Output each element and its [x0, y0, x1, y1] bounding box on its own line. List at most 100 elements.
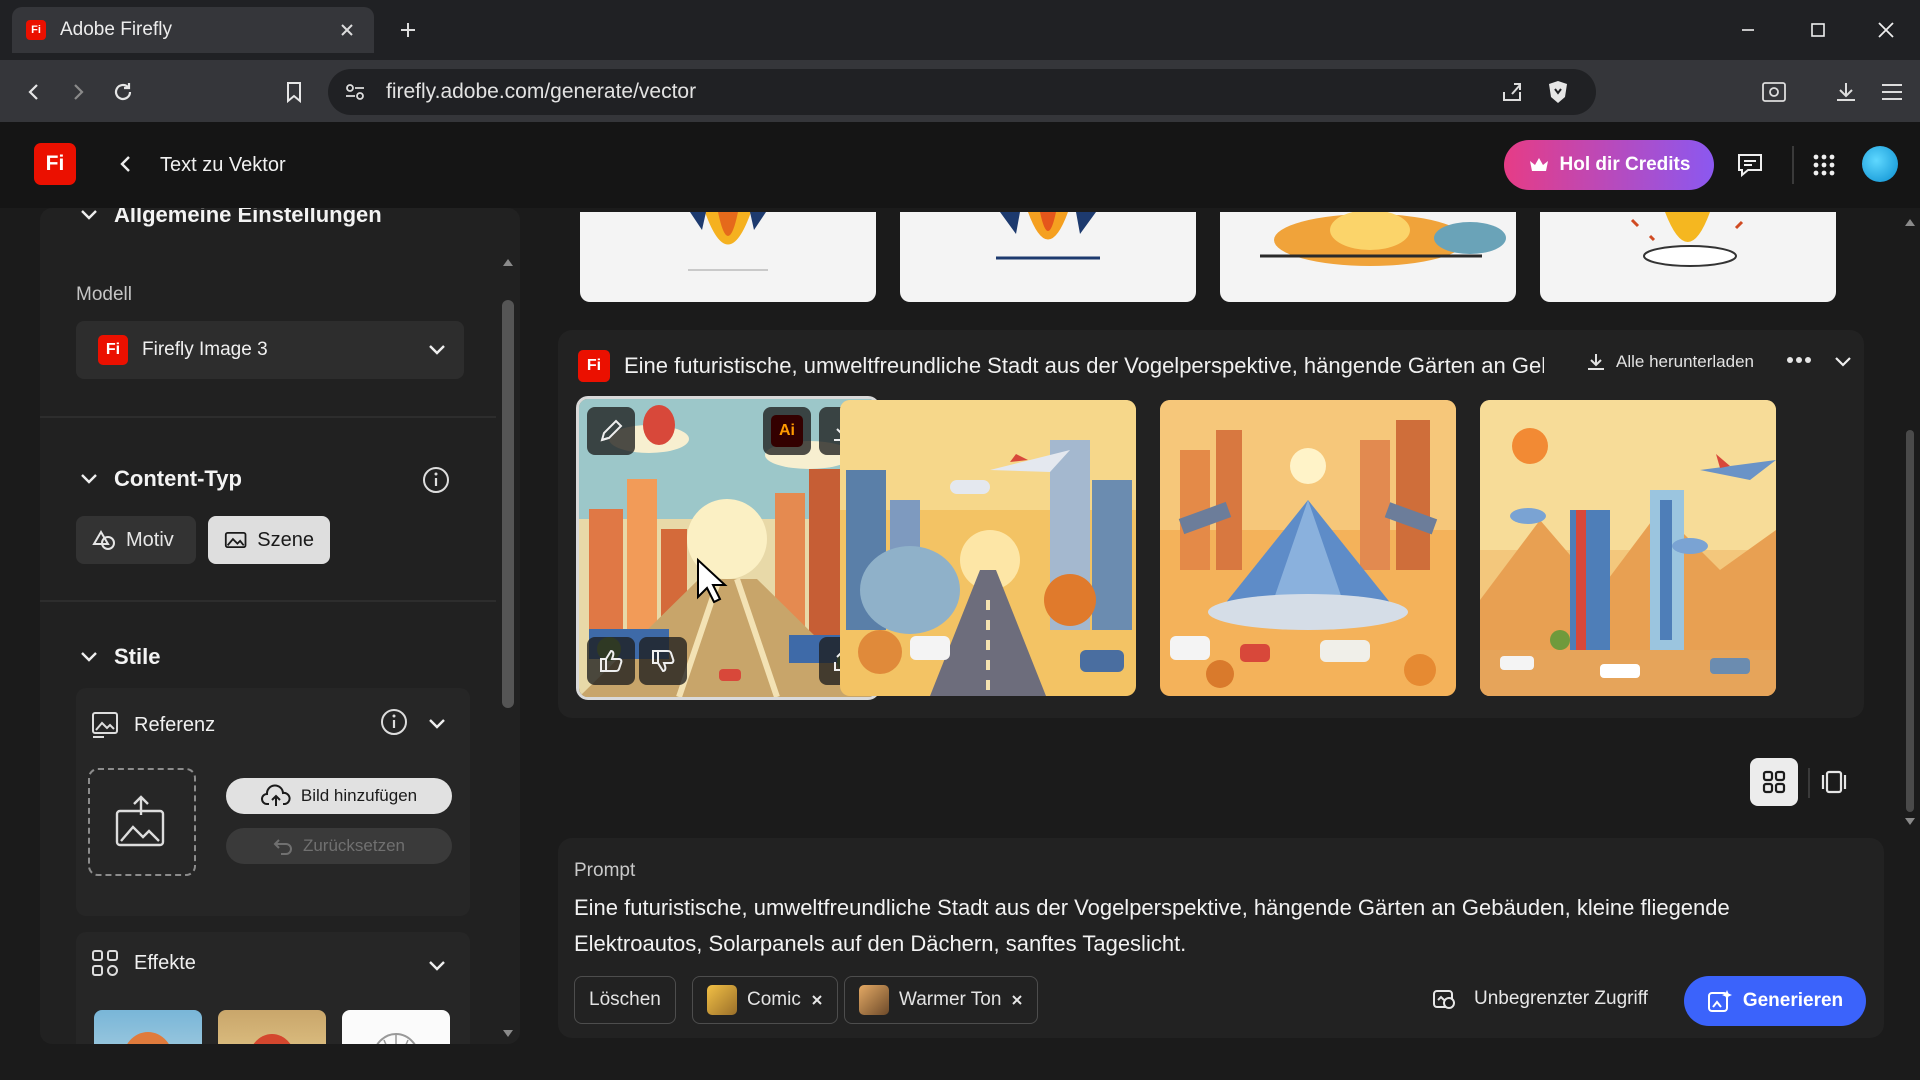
unlimited-label: Unbegrenzter Zugriff — [1474, 988, 1648, 1009]
edit-pencil-icon[interactable] — [587, 407, 635, 455]
brave-shield-icon[interactable] — [1546, 79, 1570, 105]
back-arrow-icon[interactable] — [18, 76, 50, 108]
generated-image-4[interactable] — [1480, 400, 1776, 696]
maximize-icon[interactable] — [1798, 14, 1838, 46]
chevron-down-icon[interactable] — [428, 718, 446, 730]
section-divider — [40, 416, 496, 418]
warm-tone-label: Warmer Ton — [899, 989, 1002, 1010]
effect-thumbnail[interactable] — [218, 1010, 326, 1044]
header-divider — [1792, 146, 1794, 184]
downloads-icon[interactable] — [1830, 76, 1862, 108]
bookmark-icon[interactable] — [278, 76, 310, 108]
illustrator-badge-icon: Ai — [771, 415, 803, 447]
chevron-down-icon — [81, 474, 97, 484]
more-options-icon[interactable] — [1786, 356, 1812, 364]
grid-view-toggle[interactable] — [1750, 758, 1798, 806]
clear-prompt-button[interactable]: Löschen — [574, 976, 676, 1024]
download-all-button[interactable]: Alle herunterladen — [1586, 352, 1754, 372]
toggle-divider — [1808, 768, 1810, 798]
reset-button[interactable]: Zurücksetzen — [226, 828, 452, 864]
generated-image-1[interactable]: Ai — [576, 396, 880, 700]
reference-image-icon — [92, 712, 118, 738]
close-window-icon[interactable] — [1866, 14, 1906, 46]
group-header: Fi Eine futuristische, umweltfreundliche… — [578, 350, 1548, 382]
page-title: Text zu Vektor — [160, 154, 286, 176]
settings-panel: Allgemeine Einstellungen Modell Fi Firef… — [40, 208, 520, 1044]
credits-label: Hol dir Credits — [1559, 154, 1691, 175]
content-type-header[interactable]: Content-Typ — [80, 466, 242, 492]
thumbs-down-icon[interactable] — [639, 637, 687, 685]
content-type-motiv[interactable]: Motiv — [76, 516, 196, 564]
clear-label: Löschen — [589, 989, 661, 1010]
generation-group: Fi Eine futuristische, umweltfreundliche… — [558, 330, 1864, 718]
chevron-down-icon — [81, 210, 97, 220]
minimize-icon[interactable] — [1728, 14, 1768, 46]
firefly-model-icon: Fi — [98, 335, 128, 365]
site-settings-icon[interactable] — [344, 82, 366, 102]
results-scrollbar-thumb[interactable] — [1906, 430, 1914, 812]
thumbs-up-icon[interactable] — [587, 637, 635, 685]
user-avatar[interactable] — [1862, 146, 1898, 182]
previous-result-image[interactable] — [1540, 212, 1836, 302]
chevron-down-icon — [81, 652, 97, 662]
back-chevron-icon[interactable] — [110, 148, 142, 180]
previous-result-image[interactable] — [1220, 212, 1516, 302]
add-image-label: Bild hinzufügen — [300, 786, 418, 805]
info-icon[interactable] — [380, 708, 408, 736]
prompt-text[interactable]: Eine futuristische, umweltfreundliche St… — [574, 890, 1864, 962]
share-icon[interactable] — [1500, 80, 1524, 104]
general-settings-header[interactable]: Allgemeine Einstellungen — [80, 208, 382, 228]
new-tab-icon[interactable] — [394, 16, 422, 44]
reload-icon[interactable] — [107, 76, 139, 108]
reference-header[interactable]: Referenz — [90, 710, 215, 740]
reset-label: Zurücksetzen — [302, 836, 406, 855]
browser-menu-icon[interactable] — [1876, 76, 1908, 108]
forward-arrow-icon[interactable] — [62, 76, 94, 108]
panel-scrollbar-thumb[interactable] — [502, 300, 514, 708]
feedback-icon[interactable] — [1734, 149, 1766, 181]
address-bar[interactable]: firefly.adobe.com/generate/vector — [328, 69, 1596, 115]
firefly-logo[interactable]: Fi — [34, 143, 76, 185]
screenshot-search-icon[interactable] — [1758, 76, 1790, 108]
remove-chip-icon[interactable] — [1011, 994, 1023, 1006]
chevron-down-icon — [429, 345, 445, 355]
generated-image-2[interactable] — [840, 400, 1136, 696]
cloud-upload-icon — [260, 784, 291, 806]
styles-header[interactable]: Stile — [80, 644, 160, 670]
style-chip-comic[interactable]: Comic — [692, 976, 838, 1024]
results-area: Fi Eine futuristische, umweltfreundliche… — [540, 208, 1900, 1044]
prompt-label: Prompt — [574, 860, 636, 881]
chevron-down-icon[interactable] — [428, 960, 446, 972]
get-credits-button[interactable]: Hol dir Credits — [1504, 140, 1714, 190]
generated-image-3[interactable] — [1160, 400, 1456, 696]
generate-button[interactable]: Generieren — [1684, 976, 1866, 1026]
previous-result-image[interactable] — [580, 212, 876, 302]
previous-result-image[interactable] — [900, 212, 1196, 302]
shapes-icon — [92, 530, 115, 550]
style-chip-warm-tone[interactable]: Warmer Ton — [844, 976, 1039, 1024]
content-type-szene[interactable]: Szene — [208, 516, 330, 564]
effect-thumbnail[interactable] — [342, 1010, 450, 1044]
collapse-chevron-icon[interactable] — [1834, 356, 1852, 368]
model-dropdown[interactable]: Fi Firefly Image 3 — [76, 321, 464, 379]
undo-icon — [273, 839, 292, 855]
open-in-illustrator-button[interactable]: Ai — [763, 407, 811, 455]
single-view-toggle[interactable] — [1810, 758, 1858, 806]
firefly-icon: Fi — [578, 350, 610, 382]
landscape-icon — [224, 531, 247, 549]
info-icon[interactable] — [422, 466, 450, 494]
effect-thumbnail[interactable] — [94, 1010, 202, 1044]
effects-header[interactable]: Effekte — [90, 948, 196, 978]
warm-tone-thumbnail — [859, 985, 889, 1015]
section-divider — [40, 600, 496, 602]
reference-dropzone[interactable] — [88, 768, 196, 876]
download-all-label: Alle herunterladen — [1616, 352, 1754, 371]
effects-label: Effekte — [134, 951, 196, 974]
apps-grid-icon[interactable] — [1808, 149, 1840, 181]
close-tab-icon[interactable] — [334, 17, 360, 43]
comic-thumbnail — [707, 985, 737, 1015]
add-image-button[interactable]: Bild hinzufügen — [226, 778, 452, 814]
effects-icon — [92, 950, 118, 976]
browser-tab[interactable]: Fi Adobe Firefly — [12, 7, 374, 53]
remove-chip-icon[interactable] — [811, 994, 823, 1006]
